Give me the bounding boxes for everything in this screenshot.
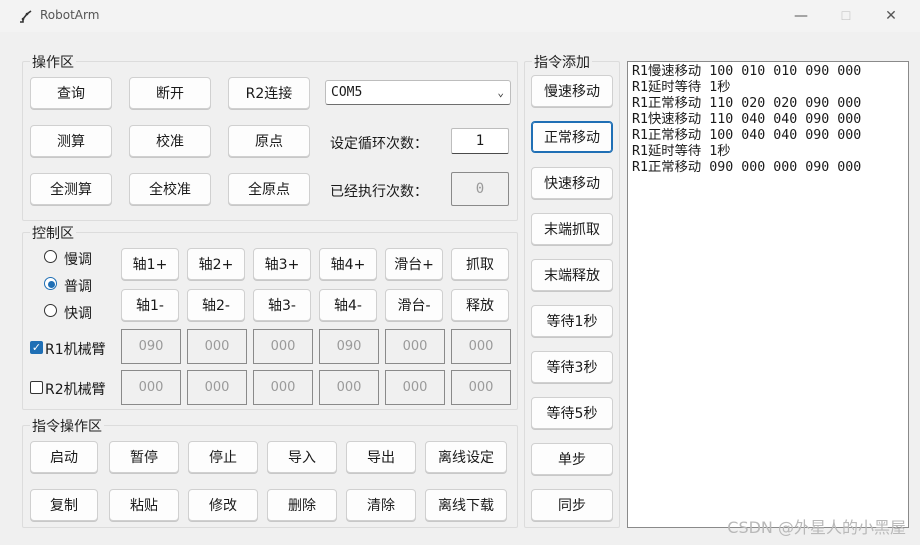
list-item[interactable]: R1延时等待 1秒	[632, 144, 908, 160]
r1-axis3-value: 000	[253, 329, 313, 364]
minimize-button[interactable]: —	[790, 6, 812, 26]
speed-slow-label: 慢调	[64, 252, 92, 268]
r2-gripper-value: 000	[451, 370, 511, 405]
command-ops-group-title: 指令操作区	[30, 416, 104, 436]
measure-all-button[interactable]: 全测算	[30, 173, 112, 205]
r2-slide-value: 000	[385, 370, 445, 405]
executed-count-field: 0	[451, 172, 509, 206]
offline-settings-button[interactable]: 离线设定	[425, 441, 507, 473]
axis4-minus-button[interactable]: 轴4-	[319, 289, 377, 321]
slide-minus-button[interactable]: 滑台-	[385, 289, 443, 321]
axis2-minus-button[interactable]: 轴2-	[187, 289, 245, 321]
speed-fast-radio[interactable]	[44, 304, 57, 317]
delete-button[interactable]: 删除	[267, 489, 337, 521]
calibrate-button[interactable]: 校准	[129, 125, 211, 157]
r1-axis4-value: 090	[319, 329, 379, 364]
import-button[interactable]: 导入	[267, 441, 337, 473]
window-title: RobotArm	[40, 8, 100, 22]
r2-axis1-value: 000	[121, 370, 181, 405]
axis1-minus-button[interactable]: 轴1-	[121, 289, 179, 321]
operation-group-title: 操作区	[30, 52, 76, 72]
list-item[interactable]: R1正常移动 110 020 020 090 000	[632, 96, 908, 112]
loop-count-input[interactable]: 1	[451, 128, 509, 154]
port-value: COM5	[331, 85, 363, 100]
speed-slow-radio[interactable]	[44, 250, 57, 263]
list-item[interactable]: R1慢速移动 100 010 010 090 000	[632, 64, 908, 80]
executed-count-label: 已经执行次数：	[330, 184, 428, 200]
maximize-button: ☐	[840, 9, 852, 23]
wait-1s-button[interactable]: 等待1秒	[531, 305, 613, 337]
axis1-plus-button[interactable]: 轴1+	[121, 248, 179, 280]
start-button[interactable]: 启动	[30, 441, 98, 473]
speed-normal-radio[interactable]	[44, 277, 57, 290]
close-button[interactable]: ✕	[880, 6, 902, 26]
query-button[interactable]: 查询	[30, 77, 112, 109]
release-button[interactable]: 释放	[451, 289, 509, 321]
list-item[interactable]: R1快速移动 110 040 040 090 000	[632, 112, 908, 128]
origin-button[interactable]: 原点	[228, 125, 310, 157]
watermark: CSDN @外星人的小黑屋	[727, 518, 906, 537]
fast-move-button[interactable]: 快速移动	[531, 167, 613, 199]
slow-move-button[interactable]: 慢速移动	[531, 75, 613, 107]
r1-axis1-value: 090	[121, 329, 181, 364]
sync-button[interactable]: 同步	[531, 489, 613, 521]
pause-button[interactable]: 暂停	[109, 441, 179, 473]
chevron-down-icon: ⌄	[497, 86, 504, 99]
list-item[interactable]: R1正常移动 100 040 040 090 000	[632, 128, 908, 144]
wait-5s-button[interactable]: 等待5秒	[531, 397, 613, 429]
speed-fast-label: 快调	[64, 306, 92, 322]
r2-arm-label: R2机械臂	[45, 382, 106, 398]
end-grab-button[interactable]: 末端抓取	[531, 213, 613, 245]
grab-button[interactable]: 抓取	[451, 248, 509, 280]
slide-plus-button[interactable]: 滑台+	[385, 248, 443, 280]
r2-arm-checkbox[interactable]	[30, 381, 43, 394]
loop-count-label: 设定循环次数：	[330, 136, 428, 152]
port-select[interactable]: COM5 ⌄	[325, 80, 511, 105]
title-bar: RobotArm — ☐ ✕	[0, 0, 920, 32]
copy-button[interactable]: 复制	[30, 489, 98, 521]
r2-axis2-value: 000	[187, 370, 247, 405]
offline-download-button[interactable]: 离线下载	[425, 489, 507, 521]
disconnect-button[interactable]: 断开	[129, 77, 211, 109]
control-group-title: 控制区	[30, 223, 76, 243]
r1-gripper-value: 000	[451, 329, 511, 364]
stop-button[interactable]: 停止	[188, 441, 258, 473]
calibrate-all-button[interactable]: 全校准	[129, 173, 211, 205]
command-list[interactable]: R1慢速移动 100 010 010 090 000 R1延时等待 1秒 R1正…	[627, 61, 909, 528]
r1-arm-label: R1机械臂	[45, 342, 106, 358]
single-step-button[interactable]: 单步	[531, 443, 613, 475]
measure-button[interactable]: 测算	[30, 125, 112, 157]
command-add-group-title: 指令添加	[532, 52, 592, 72]
axis2-plus-button[interactable]: 轴2+	[187, 248, 245, 280]
origin-all-button[interactable]: 全原点	[228, 173, 310, 205]
clear-button[interactable]: 清除	[346, 489, 416, 521]
r2-axis3-value: 000	[253, 370, 313, 405]
end-release-button[interactable]: 末端释放	[531, 259, 613, 291]
r1-axis2-value: 000	[187, 329, 247, 364]
r2-axis4-value: 000	[319, 370, 379, 405]
robot-arm-icon	[20, 10, 32, 23]
r1-arm-checkbox[interactable]: ✓	[30, 341, 43, 354]
axis3-minus-button[interactable]: 轴3-	[253, 289, 311, 321]
speed-normal-label: 普调	[64, 279, 92, 295]
axis3-plus-button[interactable]: 轴3+	[253, 248, 311, 280]
list-item[interactable]: R1正常移动 090 000 000 090 000	[632, 160, 908, 176]
list-item[interactable]: R1延时等待 1秒	[632, 80, 908, 96]
export-button[interactable]: 导出	[346, 441, 416, 473]
axis4-plus-button[interactable]: 轴4+	[319, 248, 377, 280]
r2-connect-button[interactable]: R2连接	[228, 77, 310, 109]
modify-button[interactable]: 修改	[188, 489, 258, 521]
paste-button[interactable]: 粘贴	[109, 489, 179, 521]
r1-slide-value: 000	[385, 329, 445, 364]
wait-3s-button[interactable]: 等待3秒	[531, 351, 613, 383]
normal-move-button[interactable]: 正常移动	[531, 121, 613, 153]
